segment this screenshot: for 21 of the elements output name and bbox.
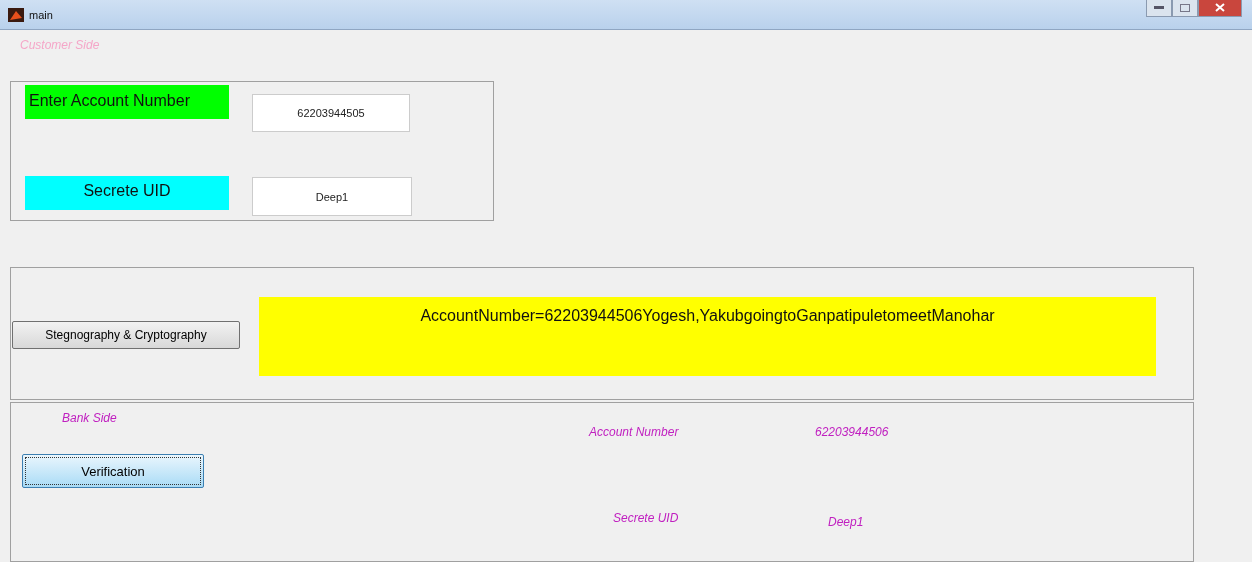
result-value: Deep1	[828, 515, 865, 531]
app-logo-icon	[8, 7, 24, 22]
window-title: main	[29, 8, 53, 21]
minimize-button[interactable]	[1146, 0, 1172, 17]
output-text: AccountNumber=62203944506Yogesh,YakubgoingtoGanpatipuletomeetManohar	[259, 297, 1156, 376]
field-label: Secrete UID	[25, 176, 229, 210]
verification-button[interactable]: Verification	[22, 454, 204, 488]
stegnography-button[interactable]: Stegnography & Cryptography	[12, 321, 240, 349]
maximize-icon	[1180, 3, 1190, 12]
close-button[interactable]	[1198, 0, 1242, 17]
minimize-icon	[1154, 5, 1164, 10]
close-icon	[1215, 3, 1225, 12]
result-label: Secrete UID	[613, 511, 680, 527]
section-heading: Customer Side	[20, 38, 101, 54]
section-heading: Bank Side	[62, 411, 117, 425]
input-field[interactable]: 62203944505	[252, 94, 410, 132]
result-value: 62203944506	[815, 425, 890, 441]
result-label: Account Number	[589, 425, 680, 441]
input-field[interactable]: Deep1	[252, 177, 412, 216]
maximize-button[interactable]	[1172, 0, 1198, 17]
field-label: Enter Account Number	[25, 85, 229, 119]
